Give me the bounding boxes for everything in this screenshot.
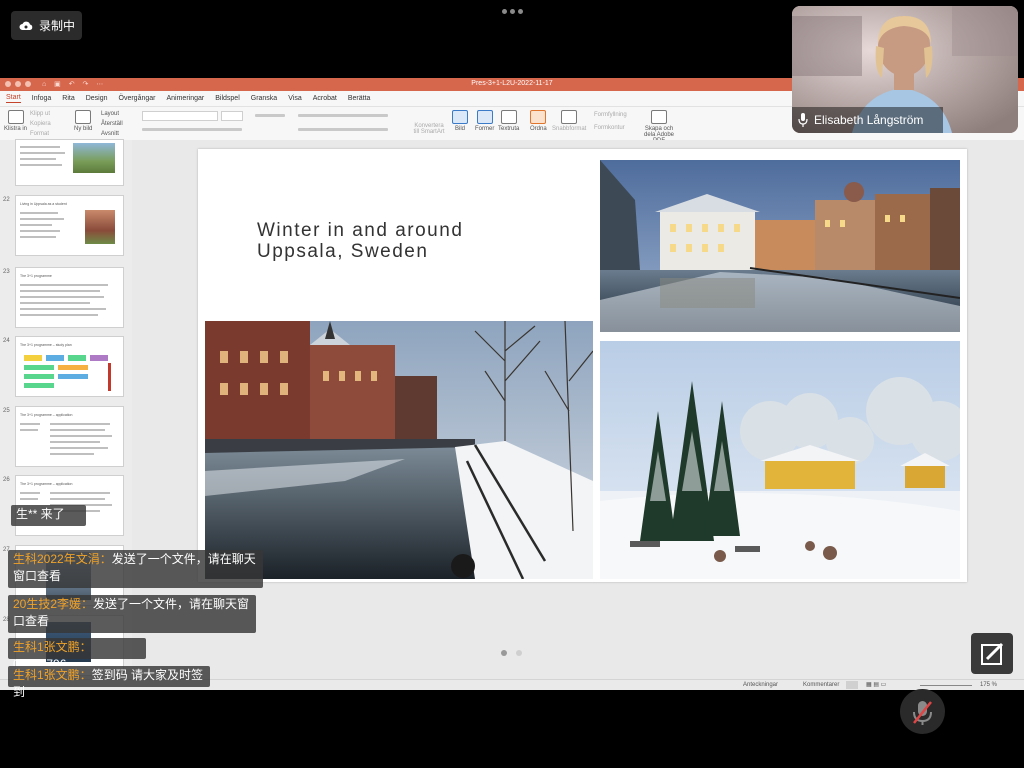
- tab-design[interactable]: Design: [86, 95, 108, 102]
- font-family-field[interactable]: [142, 111, 218, 121]
- clipboard-group: Klipp ut Kopiera Format: [30, 109, 51, 139]
- microphone-icon: [798, 113, 808, 127]
- picture-button[interactable]: Bild: [452, 110, 468, 132]
- thumbnail-25[interactable]: The 3+1 programme – application: [15, 406, 124, 467]
- chat-message: 20生技2李媛：发送了一个文件，请在聊天窗口查看: [8, 595, 256, 633]
- slide-title: Winter in and around Uppsala, Sweden: [257, 220, 464, 262]
- slide-pagination[interactable]: [501, 650, 522, 656]
- shape-fill-button[interactable]: Formfyllning: [594, 109, 627, 122]
- arrange-icon: [530, 110, 547, 124]
- comments-button[interactable]: Kommentarer: [803, 682, 839, 688]
- tab-visa[interactable]: Visa: [288, 95, 302, 102]
- cut-button[interactable]: Klipp ut: [30, 109, 51, 119]
- quick-styles-icon: [561, 110, 578, 124]
- chat-message: 生科1张文鹏：签到码 请大家及时签到: [8, 666, 210, 699]
- photo-yellow-house-snow: [600, 341, 960, 579]
- shape-outline-button[interactable]: Formkontur: [594, 122, 627, 135]
- more-icon[interactable]: [502, 9, 523, 14]
- font-size-field[interactable]: [221, 111, 243, 121]
- picture-icon: [452, 110, 468, 124]
- new-slide-button[interactable]: Ny bild: [74, 110, 92, 132]
- view-buttons[interactable]: ▦ ▤ ▭: [866, 681, 886, 688]
- notes-button[interactable]: Anteckningar: [743, 682, 778, 688]
- new-slide-icon: [75, 110, 92, 124]
- layout-button[interactable]: Layout: [101, 109, 123, 119]
- video-tile[interactable]: Elisabeth Långström: [792, 6, 1018, 133]
- thumbnail-number: 24: [3, 338, 10, 344]
- current-slide[interactable]: Winter in and around Uppsala, Sweden: [198, 149, 967, 582]
- font-grow-buttons[interactable]: [255, 114, 285, 117]
- paragraph-buttons[interactable]: [298, 114, 388, 117]
- textbox-icon: [500, 110, 517, 124]
- textbox-button[interactable]: Textruta: [498, 110, 519, 132]
- participant-name-bar: Elisabeth Långström: [792, 107, 943, 133]
- thumbnail-number: 25: [3, 408, 10, 414]
- section-button[interactable]: Avsnitt: [101, 129, 123, 139]
- mic-muted-icon: [913, 701, 932, 725]
- tab-bildspel[interactable]: Bildspel: [215, 95, 240, 102]
- arrange-button[interactable]: Ordna: [530, 110, 547, 132]
- format-painter-button[interactable]: Format: [30, 129, 51, 139]
- chat-message: 生科2022年文涓：发送了一个文件，请在聊天窗口查看: [8, 550, 263, 588]
- quick-styles-button[interactable]: Snabbformat: [552, 110, 586, 132]
- alignment-buttons[interactable]: [298, 128, 388, 131]
- photo-snowy-river-city: [205, 321, 593, 579]
- tab-rita[interactable]: Rita: [62, 95, 74, 102]
- chat-message: 生** 来了: [11, 505, 86, 526]
- zoom-slider[interactable]: [920, 685, 972, 686]
- font-formatting-buttons[interactable]: [142, 128, 242, 131]
- chat-message-text: 生** 来了: [16, 507, 65, 521]
- cloud-icon: [19, 21, 33, 30]
- shapes-icon: [476, 110, 493, 124]
- thumbnail-number: 23: [3, 269, 10, 275]
- tab-infoga[interactable]: Infoga: [32, 95, 51, 102]
- tab-overgangar[interactable]: Övergångar: [119, 95, 156, 102]
- mute-toggle-button[interactable]: [900, 689, 945, 734]
- tab-animeringar[interactable]: Animeringar: [166, 95, 204, 102]
- participant-name: Elisabeth Långström: [814, 113, 924, 127]
- edit-icon: [981, 642, 1004, 665]
- paste-icon: [7, 110, 24, 124]
- adobe-pdf-icon: [651, 110, 667, 124]
- tab-granska[interactable]: Granska: [251, 95, 277, 102]
- photo-riverside-buildings: [600, 160, 960, 332]
- thumbnail-22[interactable]: Living in Uppsala as a student: [15, 195, 124, 256]
- slide-canvas: Winter in and around Uppsala, Sweden: [132, 140, 1024, 679]
- annotate-button[interactable]: [971, 633, 1013, 674]
- tab-acrobat[interactable]: Acrobat: [313, 95, 337, 102]
- chat-sender: 生科2022年文涓：: [13, 552, 112, 566]
- thumbnail-24[interactable]: The 3+1 programme – study plan: [15, 336, 124, 397]
- copy-button[interactable]: Kopiera: [30, 119, 51, 129]
- zoom-level[interactable]: 175 %: [980, 682, 997, 688]
- recording-badge[interactable]: 录制中: [11, 11, 82, 40]
- tab-start[interactable]: Start: [6, 94, 21, 103]
- chat-sender: 生科1张文鹏：: [13, 668, 92, 682]
- paste-button[interactable]: Klistra in: [4, 110, 27, 132]
- chat-message: 生科1张文鹏：08474796: [8, 638, 146, 671]
- thumbnail-number: 22: [3, 197, 10, 203]
- thumbnail-23[interactable]: The 3+1 programme: [15, 267, 124, 328]
- normal-view-icon[interactable]: [846, 681, 858, 689]
- adobe-pdf-button[interactable]: Skapa och dela Adobe PDF: [640, 110, 678, 144]
- thumbnail-number: 26: [3, 477, 10, 483]
- convert-smartart-button[interactable]: Konvertera till SmartArt: [412, 123, 446, 135]
- shapes-button[interactable]: Former: [475, 110, 494, 132]
- shape-style-group: Formfyllning Formkontur: [594, 109, 627, 135]
- chat-sender: 生科1张文鹏：: [13, 640, 92, 654]
- tab-beratta[interactable]: Berätta: [348, 95, 371, 102]
- slides-group: Layout Återställ Avsnitt: [101, 109, 123, 139]
- thumbnail-21[interactable]: [15, 139, 124, 186]
- reset-button[interactable]: Återställ: [101, 119, 123, 129]
- chat-sender: 20生技2李媛：: [13, 597, 94, 611]
- recording-label: 录制中: [39, 19, 76, 33]
